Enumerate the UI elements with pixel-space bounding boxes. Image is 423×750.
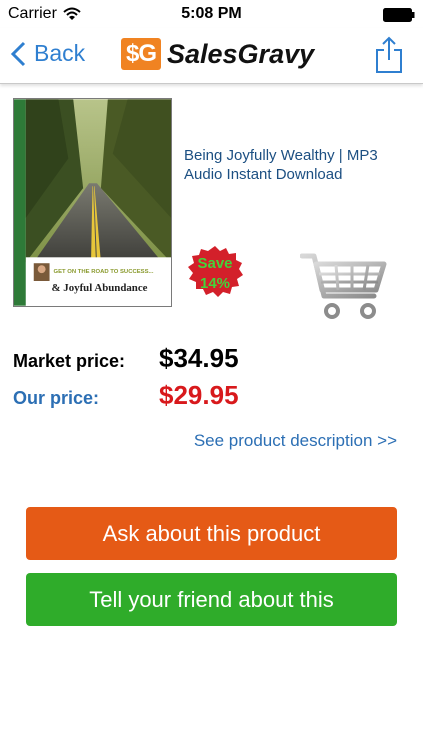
save-percent: 14%	[200, 275, 230, 292]
logo-text: SalesGravy	[167, 38, 315, 69]
our-price-value: $29.95	[159, 380, 239, 410]
product-description-link[interactable]: See product description >>	[194, 431, 397, 451]
product-image: GET ON THE ROAD TO SUCCESS... & Joyful A…	[13, 98, 172, 307]
market-price-value: $34.95	[159, 343, 239, 373]
salesgravy-logo: $G SalesGravy	[121, 38, 314, 70]
save-label: Save	[197, 255, 232, 272]
our-price-label: Our price:	[13, 388, 100, 408]
back-button[interactable]: Back	[10, 40, 85, 67]
cover-tagline: GET ON THE ROAD TO SUCCESS...	[53, 269, 153, 275]
ask-about-product-button[interactable]: Ask about this product	[26, 507, 397, 560]
navigation-bar: Back $G SalesGravy	[0, 28, 423, 84]
our-price-row: Our price: $29.95	[13, 380, 239, 411]
battery-icon	[383, 8, 415, 22]
back-label: Back	[34, 40, 86, 66]
share-icon[interactable]	[375, 36, 403, 74]
product-title: Being Joyfully Wealthy | MP3 Audio Insta…	[184, 147, 378, 183]
market-price-label: Market price:	[13, 351, 126, 371]
tell-friend-button[interactable]: Tell your friend about this	[26, 573, 397, 626]
logo-mark: $G	[121, 38, 161, 70]
cover-title: & Joyful Abundance	[52, 282, 148, 294]
save-badge: Save 14%	[188, 246, 243, 297]
status-bar: Carrier 5:08 PM	[0, 0, 423, 28]
shopping-cart-icon[interactable]	[300, 248, 388, 322]
market-price-row: Market price: $34.95	[13, 343, 239, 374]
chevron-left-icon	[10, 41, 26, 66]
status-time: 5:08 PM	[181, 5, 242, 22]
